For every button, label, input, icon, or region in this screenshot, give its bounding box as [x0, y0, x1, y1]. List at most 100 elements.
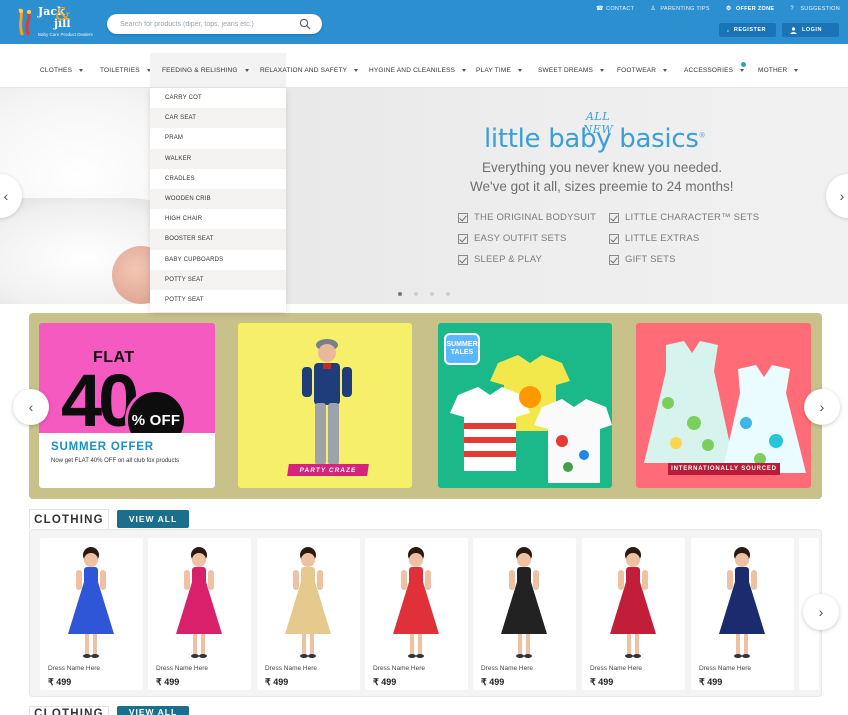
nav-item-sweet-dreams[interactable]: SWEET DREAMS: [526, 53, 616, 87]
view-all-button[interactable]: VIEW ALL: [117, 510, 189, 528]
product-card[interactable]: Dress Name Here ₹ 499: [148, 538, 251, 690]
hero-pagination: [398, 292, 450, 296]
register-button[interactable]: REGISTER: [719, 23, 776, 37]
checkbox-icon: [458, 212, 468, 223]
feeding-dropdown-menu: CARRY COT CAR SEAT PRAM WALKER CRADLES W…: [150, 88, 286, 312]
nav-label: RELAXATION AND SAFETY: [260, 66, 348, 74]
summer-offer-title: SUMMER OFFER: [51, 441, 154, 453]
summer-tales-badge: SUMMER TALES: [444, 333, 480, 365]
dropdown-item-cradles[interactable]: CRADLES: [150, 169, 286, 189]
section-title: CLOTHING: [29, 706, 109, 715]
dropdown-item-walker[interactable]: WALKER: [150, 148, 286, 169]
phone-icon: ☎: [596, 6, 604, 12]
badge-line1: SUMMER: [446, 341, 478, 348]
login-label: LOGIN: [802, 27, 822, 33]
nav-item-mother[interactable]: MOTHER: [746, 53, 810, 87]
product-card[interactable]: Dress Name Here ₹ 499: [582, 538, 685, 690]
nav-label: MOTHER: [758, 66, 788, 74]
hero-feature-label: THE ORIGINAL BODYSUIT: [474, 212, 597, 223]
hero-feature: EASY OUTFIT SETS: [458, 233, 567, 244]
dropdown-item-potty-seat[interactable]: POTTY SEAT: [150, 269, 286, 290]
promo-card-summer-tales[interactable]: SUMMER TALES: [438, 323, 612, 488]
nav-item-relaxation[interactable]: RELAXATION AND SAFETY: [248, 53, 370, 87]
promo-card-internationally-sourced[interactable]: INTERNATIONALLY SOURCED: [636, 323, 811, 488]
checkbox-icon: [609, 212, 619, 223]
toplink-label: CONTACT: [606, 6, 635, 12]
nav-label: TOILETRIES: [100, 66, 140, 74]
clothing-next-button[interactable]: ›: [803, 594, 839, 630]
chevron-left-icon: ‹: [3, 188, 9, 204]
product-price: ₹ 499: [590, 677, 614, 687]
slide-dot[interactable]: [446, 292, 450, 296]
slide-dot[interactable]: [414, 292, 418, 296]
product-price: ₹ 499: [699, 677, 723, 687]
search-icon[interactable]: [299, 18, 311, 30]
dropdown-item-high-chair[interactable]: HIGH CHAIR: [150, 209, 286, 229]
toplink-label: SUGGESTION: [800, 6, 840, 12]
dropdown-item-booster-seat[interactable]: BOOSTER SEAT: [150, 229, 286, 250]
product-card[interactable]: Dress Name Here ₹ 499: [40, 538, 143, 690]
checkbox-icon: [609, 254, 619, 265]
nav-item-footwear[interactable]: FOOTWEAR: [605, 53, 679, 87]
product-card[interactable]: Dress Name Here ₹ 499: [473, 538, 576, 690]
summer-offer-desc: Now get FLAT 40% OFF on all club fox pro…: [51, 458, 180, 464]
hero-feature-label: SLEEP & PLAY: [474, 254, 543, 265]
product-name: Dress Name Here: [265, 665, 318, 672]
search-input[interactable]: [120, 17, 295, 31]
user-icon: [790, 26, 797, 34]
product-image: [176, 547, 222, 658]
auth-buttons: REGISTER LOGIN: [719, 23, 839, 37]
promo-card-party-craze[interactable]: PARTY CRAZE: [238, 323, 412, 488]
login-button[interactable]: LOGIN: [782, 23, 839, 37]
chevron-right-icon: ›: [818, 604, 824, 620]
nav-item-accessories[interactable]: ACCESSORIES: [672, 53, 756, 87]
dropdown-item-car-seat[interactable]: CAR SEAT: [150, 108, 286, 129]
product-price: ₹ 499: [373, 677, 397, 687]
nav-label: FEEDING & RELISHING: [162, 66, 238, 74]
dropdown-item-carry-cot[interactable]: CARRY COT: [150, 88, 286, 108]
product-card[interactable]: Dress Name Here ₹ 499: [365, 538, 468, 690]
toplink-offer-zone[interactable]: ⚙ OFFER ZONE: [726, 6, 774, 12]
checkbox-icon: [458, 233, 468, 244]
hero-trademark: ®: [698, 131, 706, 140]
toplink-parenting-tips[interactable]: ♙ PARENTING TIPS: [650, 6, 710, 12]
hero-feature-label: GIFT SETS: [625, 254, 676, 265]
slide-dot[interactable]: [398, 292, 402, 296]
hero-feature: GIFT SETS: [609, 254, 676, 265]
hero-title-text: little baby basics: [484, 124, 699, 154]
hero-subtitle-1: Everything you never knew you needed.: [482, 160, 723, 175]
product-card[interactable]: Dress Name Here ₹ 499: [257, 538, 360, 690]
dropdown-item-pram[interactable]: PRAM: [150, 128, 286, 148]
toplink-suggestion[interactable]: ? SUGGESTION: [790, 6, 840, 12]
promo-next-button[interactable]: ›: [804, 389, 840, 425]
promo-big-number: 40: [61, 359, 139, 442]
main-nav: CLOTHES TOILETRIES FEEDING & RELISHING R…: [0, 44, 848, 88]
view-all-button[interactable]: VIEW ALL: [117, 706, 189, 715]
checkbox-icon: [458, 254, 468, 265]
dropdown-item-potty-seat-2[interactable]: POTTY SEAT: [150, 290, 286, 310]
product-price: ₹ 499: [265, 677, 289, 687]
header-bar: Jack jill & Baby Care Product Dealers ☎ …: [0, 0, 848, 44]
promo-prev-button[interactable]: ‹: [13, 389, 49, 425]
slide-dot[interactable]: [430, 292, 434, 296]
logo[interactable]: Jack jill & Baby Care Product Dealers: [14, 4, 94, 40]
logo-amp: &: [55, 4, 72, 25]
promo-card-summer-offer[interactable]: FLAT 40 % OFF SUMMER OFFER Now get FLAT …: [39, 323, 215, 488]
logo-mark-icon: [18, 8, 31, 36]
dropdown-item-wooden-crib[interactable]: WOODEN CRIB: [150, 188, 286, 210]
clothing-carousel: Dress Name Here ₹ 499 Dress Name Here ₹ 499…: [29, 529, 839, 697]
hero-feature-label: LITTLE CHARACTER™ SETS: [625, 212, 760, 223]
clothing-section-header: CLOTHING VIEW ALL: [29, 509, 189, 529]
product-image: [393, 547, 439, 658]
nav-item-play-time[interactable]: PLAY TIME: [464, 53, 534, 87]
chevron-left-icon: ‹: [28, 399, 34, 415]
caret-down-icon: [79, 68, 84, 72]
product-name: Dress Name Here: [48, 665, 101, 672]
product-price: ₹ 499: [481, 677, 505, 687]
nav-item-hygine[interactable]: HYGINE AND CLEANILESS: [357, 53, 478, 87]
product-name: Dress Name Here: [481, 665, 534, 672]
dropdown-item-baby-cupboards[interactable]: BABY CUPBOARDS: [150, 250, 286, 270]
toplink-contact[interactable]: ☎ CONTACT: [596, 6, 634, 12]
nav-item-clothes[interactable]: CLOTHES: [28, 53, 95, 87]
product-card[interactable]: Dress Name Here ₹ 499: [691, 538, 794, 690]
